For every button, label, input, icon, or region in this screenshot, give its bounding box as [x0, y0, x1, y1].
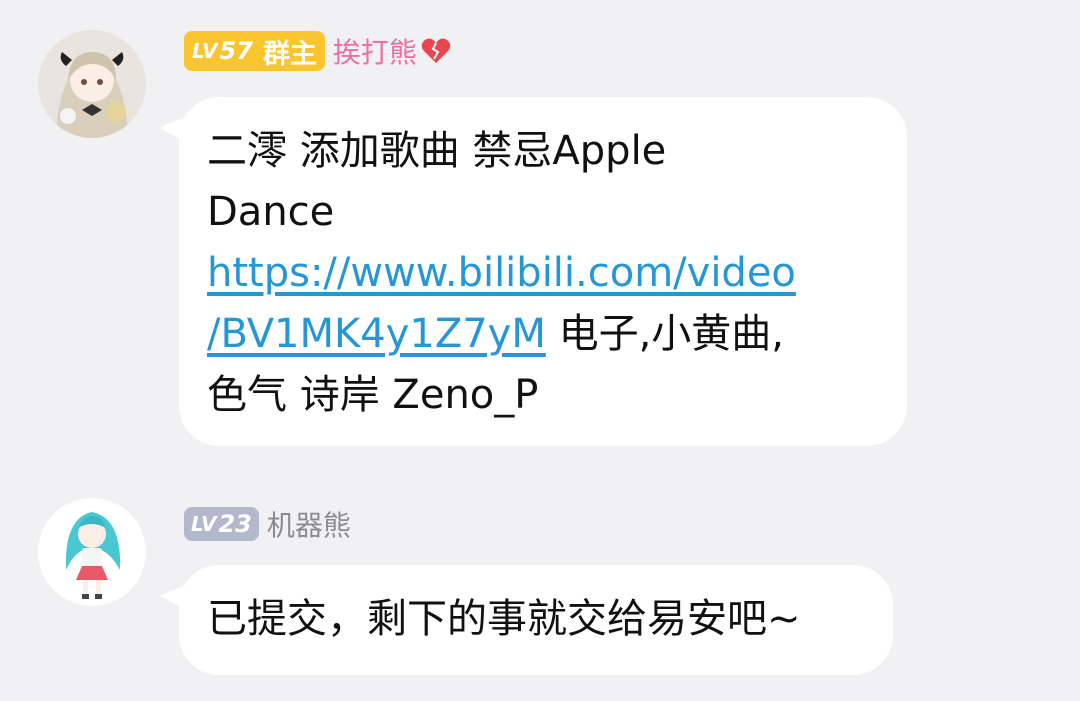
level-tag: LV	[192, 39, 218, 63]
message-link[interactable]: /BV1MK4y1Z7yM	[207, 311, 546, 357]
message-bubble[interactable]: 二澪 添加歌曲 禁忌Apple Dance https://www.bilibi…	[179, 97, 907, 446]
level-number: 57	[219, 37, 253, 65]
avatar[interactable]	[38, 30, 146, 138]
avatar[interactable]	[38, 498, 146, 606]
sender-nickname[interactable]: 挨打熊	[333, 31, 417, 71]
message-bubble[interactable]: 已提交，剩下的事就交给易安吧~	[179, 565, 893, 675]
broken-heart-icon	[421, 37, 451, 65]
level-number: 23	[218, 510, 252, 538]
level-badge: LV 23	[184, 507, 259, 541]
role-label: 群主	[262, 38, 317, 70]
level-badge: LV 57 群主	[184, 31, 325, 71]
message-text: 电子,小黄曲,	[545, 311, 785, 357]
sender-info: LV 23 机器熊	[184, 503, 351, 545]
level-tag: LV	[191, 512, 217, 536]
anime-girl-avatar-icon	[38, 30, 146, 138]
message-line: 已提交，剩下的事就交给易安吧~	[207, 596, 801, 642]
message-line: Dance	[207, 189, 335, 235]
message-line: 二澪 添加歌曲 禁忌Apple	[207, 128, 667, 174]
message-link[interactable]: https://www.bilibili.com/video	[207, 250, 796, 296]
sender-info: LV 57 群主 挨打熊	[184, 30, 451, 72]
sender-nickname[interactable]: 机器熊	[267, 504, 351, 544]
anime-girl-avatar-icon	[38, 498, 146, 606]
message-line: 色气 诗岸 Zeno_P	[207, 372, 539, 418]
